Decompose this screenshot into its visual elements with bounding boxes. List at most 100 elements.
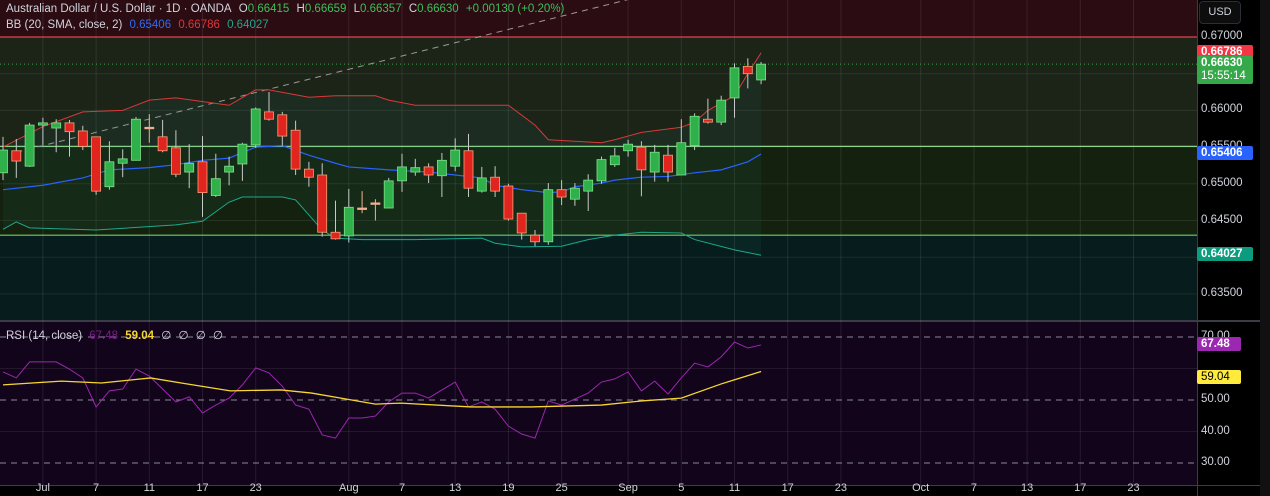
pane-divider [0, 320, 1270, 322]
candle-up[interactable] [450, 149, 461, 167]
candle-down[interactable] [170, 147, 181, 175]
price-label: 0.63500 [1201, 286, 1243, 299]
candle-up[interactable] [104, 161, 115, 188]
candle-up[interactable] [436, 159, 447, 177]
candle-down[interactable] [530, 234, 540, 243]
candle-down[interactable] [703, 118, 713, 123]
candle-up[interactable] [370, 202, 381, 205]
rsi-legend[interactable]: RSI (14, close) 67.48 59.04 ∅ ∅ ∅ ∅ [6, 328, 227, 342]
time-label: 5 [678, 482, 685, 494]
last-price: 0.66630 [1201, 57, 1243, 70]
candle-up[interactable] [476, 177, 487, 192]
candle-up[interactable] [596, 159, 607, 182]
candle-up[interactable] [210, 178, 221, 196]
candle-down[interactable] [197, 161, 208, 194]
candle-down[interactable] [91, 136, 101, 192]
high-value: 0.66659 [304, 3, 347, 15]
candle-down[interactable] [516, 212, 527, 234]
candle-down[interactable] [490, 176, 501, 192]
candle-up[interactable] [0, 149, 8, 174]
candle-up[interactable] [397, 166, 407, 182]
open-value: 0.66415 [247, 3, 290, 15]
candle-up[interactable] [237, 143, 248, 165]
candle-down[interactable] [330, 231, 341, 240]
time-label: 17 [196, 482, 209, 494]
time-label: 13 [449, 482, 462, 494]
chart-canvas[interactable] [0, 0, 1270, 496]
candle-down[interactable] [423, 166, 434, 176]
time-label: 19 [502, 482, 515, 494]
bar-countdown: 15:55:14 [1201, 70, 1246, 83]
candle-down[interactable] [503, 185, 514, 220]
time-label: 11 [728, 482, 741, 494]
rsi-na-4: ∅ [212, 330, 223, 342]
candle-down[interactable] [290, 129, 301, 170]
candle-down[interactable] [264, 111, 274, 120]
chart-background [0, 0, 1270, 496]
time-label: 17 [781, 482, 794, 494]
candle-down[interactable] [317, 174, 328, 233]
time-label: Oct [912, 482, 930, 494]
candle-up[interactable] [609, 155, 620, 166]
candle-up[interactable] [51, 122, 62, 129]
rsi-ma-value: 59.04 [125, 330, 155, 342]
candle-up[interactable] [144, 126, 155, 130]
rsi-na-1: ∅ [161, 330, 172, 342]
candle-up[interactable] [716, 99, 727, 123]
rsi-ma-tag: 59.04 [1197, 369, 1241, 384]
close-value: 0.66630 [417, 3, 459, 15]
candle-up[interactable] [117, 158, 128, 164]
candle-up[interactable] [410, 167, 421, 173]
rsi-axis-label: 40.00 [1201, 424, 1230, 437]
candle-up[interactable] [131, 118, 141, 161]
candle-down[interactable] [636, 146, 647, 171]
candle-up[interactable] [570, 187, 580, 200]
price-label: 0.67000 [1201, 30, 1243, 42]
candle-up[interactable] [184, 162, 195, 173]
rsi-na-3: ∅ [195, 330, 206, 342]
time-label: 7 [398, 482, 406, 494]
candle-down[interactable] [556, 189, 567, 198]
candle-down[interactable] [64, 122, 75, 133]
time-label: 7 [93, 482, 100, 494]
candle-down[interactable] [157, 136, 168, 152]
candle-up[interactable] [583, 179, 594, 192]
symbol-legend[interactable]: Australian Dollar / U.S. Dollar · 1D · O… [6, 3, 568, 15]
candle-up[interactable] [224, 165, 235, 173]
candle-up[interactable] [729, 67, 740, 99]
candle-up[interactable] [543, 189, 554, 243]
candle-down[interactable] [303, 168, 314, 178]
candle-down[interactable] [463, 150, 474, 189]
time-label: 25 [555, 482, 568, 494]
close-label: C [408, 3, 418, 15]
currency-button[interactable]: USD [1199, 1, 1241, 24]
price-label: 0.66000 [1201, 103, 1243, 116]
support-zone [0, 235, 1197, 320]
candle-down[interactable] [11, 150, 22, 162]
candle-up[interactable] [689, 115, 700, 147]
bb-upper-value: 0.66786 [178, 19, 220, 31]
price-label: 0.65000 [1201, 176, 1243, 189]
candle-down[interactable] [663, 154, 673, 173]
time-label: 7 [970, 482, 977, 494]
bb-legend[interactable]: BB (20, SMA, close, 2) 0.65406 0.66786 0… [6, 19, 273, 31]
candle-up[interactable] [343, 206, 354, 237]
candle-up[interactable] [649, 151, 660, 173]
candle-up[interactable] [756, 63, 766, 81]
low-value: 0.66357 [360, 3, 402, 15]
candle-down[interactable] [277, 114, 288, 137]
candle-down[interactable] [77, 130, 88, 147]
candle-up[interactable] [250, 108, 261, 146]
candle-up[interactable] [38, 122, 48, 126]
candle-down[interactable] [742, 65, 753, 75]
last-price-tag: 0.66630 15:55:14 [1197, 56, 1253, 85]
candle-up[interactable] [383, 180, 394, 209]
symbol-title: Australian Dollar / U.S. Dollar · 1D · O… [6, 3, 232, 15]
candle-up[interactable] [623, 143, 633, 152]
candle-down[interactable] [357, 207, 368, 210]
candle-up[interactable] [24, 124, 35, 167]
bb-label: BB (20, SMA, close, 2) [6, 19, 123, 31]
bb-lower-tag: 0.64027 [1197, 247, 1253, 262]
rsi-axis-label: 30.00 [1201, 456, 1230, 468]
candle-up[interactable] [676, 142, 687, 176]
